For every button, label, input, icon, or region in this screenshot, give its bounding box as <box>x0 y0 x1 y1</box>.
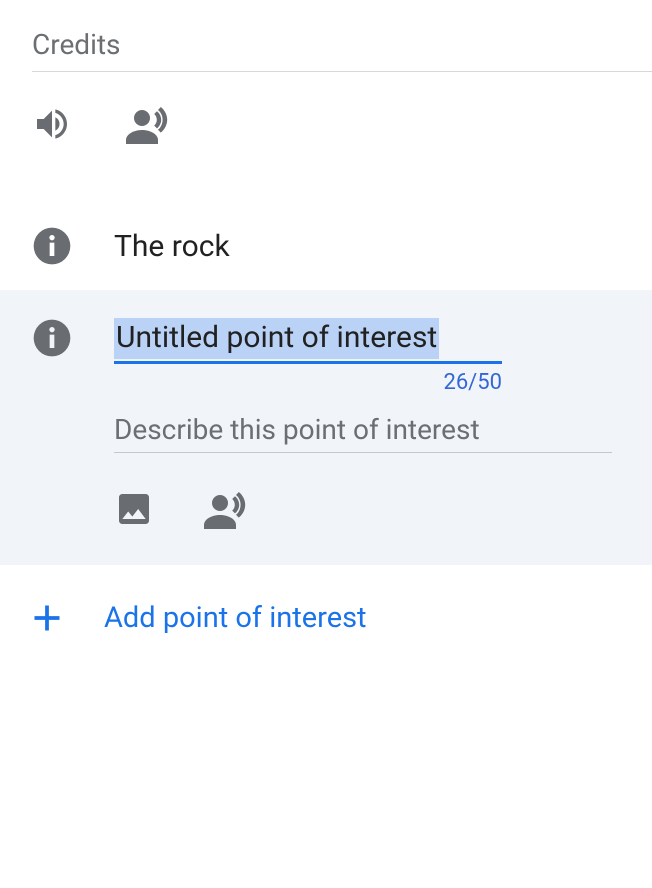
credits-icon-row <box>32 72 652 202</box>
poi-title-char-count: 26/50 <box>114 370 502 395</box>
field-underline-active <box>114 361 502 364</box>
info-icon <box>32 226 72 266</box>
volume-icon[interactable] <box>32 104 72 144</box>
poi-editing-card: Untitled point of interest 26/50 Describ… <box>0 290 652 565</box>
card-icon-row <box>114 489 612 529</box>
voiceover-icon[interactable] <box>202 489 250 529</box>
credits-field-label[interactable]: Credits <box>32 28 652 72</box>
credits-section: Credits <box>0 0 652 202</box>
add-poi-label: Add point of interest <box>104 601 367 635</box>
plus-icon <box>32 603 62 633</box>
poi-description-placeholder: Describe this point of interest <box>114 413 480 446</box>
poi-item[interactable]: The rock <box>0 202 652 290</box>
poi-title-field[interactable]: Untitled point of interest 26/50 <box>114 318 612 395</box>
poi-item-title: The rock <box>114 229 230 264</box>
poi-title-input[interactable]: Untitled point of interest <box>114 318 439 359</box>
voiceover-icon[interactable] <box>124 104 172 144</box>
add-poi-button[interactable]: Add point of interest <box>0 565 652 671</box>
poi-description-field[interactable]: Describe this point of interest <box>114 413 612 453</box>
info-icon <box>32 318 72 358</box>
editor-panel: Credits The rock <box>0 0 652 888</box>
poi-fields: Untitled point of interest 26/50 Describ… <box>114 318 612 529</box>
image-icon[interactable] <box>114 489 154 529</box>
